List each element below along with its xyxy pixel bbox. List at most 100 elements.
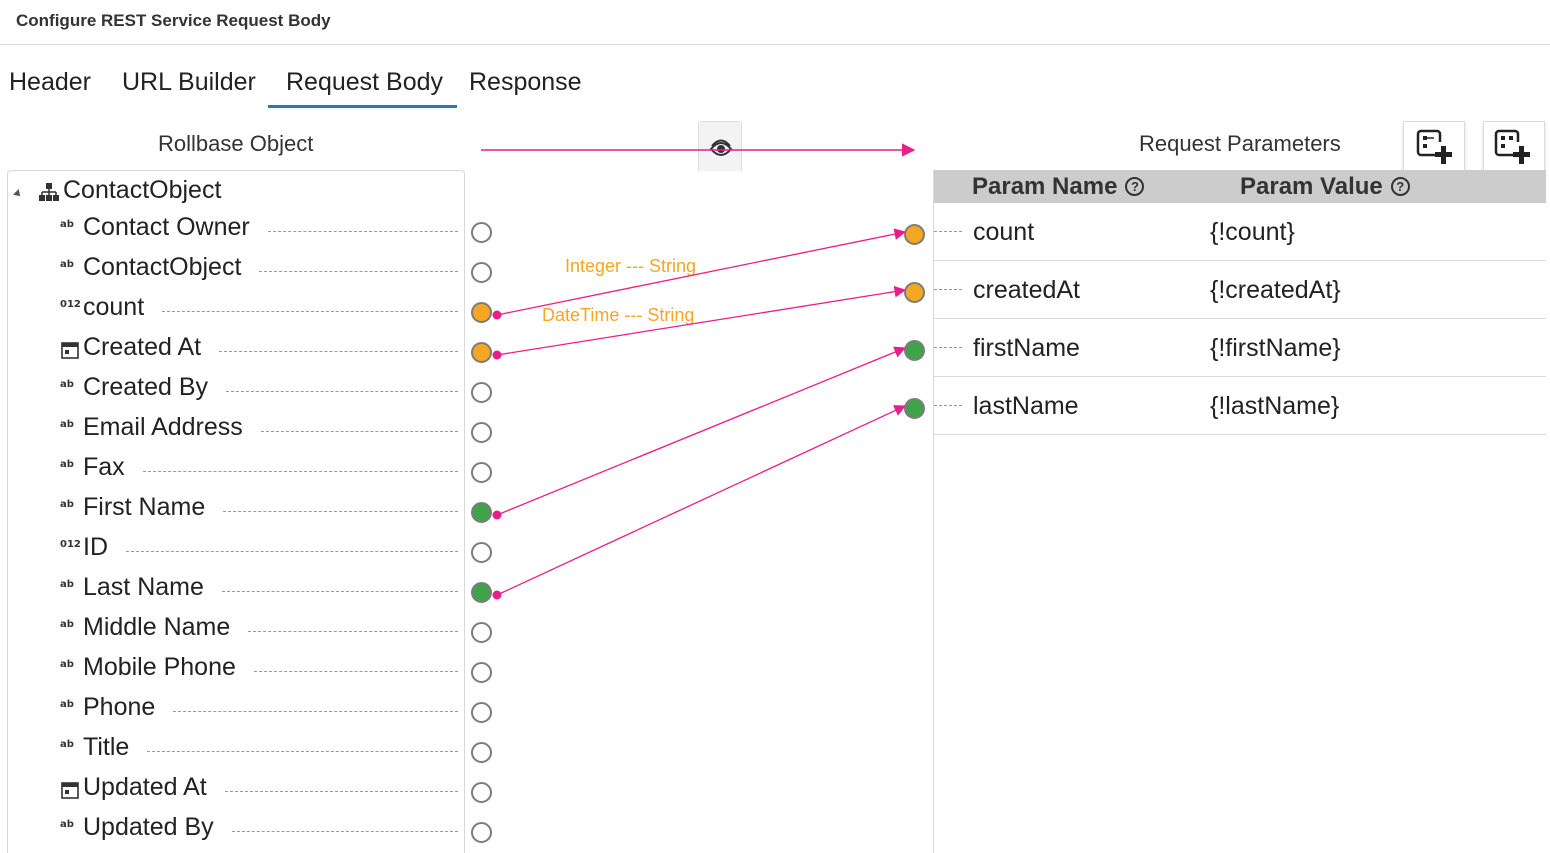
param-name-header-label: Param Name <box>972 173 1118 200</box>
source-connector[interactable] <box>471 342 492 363</box>
field-row[interactable]: ab Email Address <box>8 412 466 452</box>
dashed-leader <box>259 271 458 272</box>
field-label: Title <box>83 733 130 761</box>
text-type-icon: ab <box>60 699 74 710</box>
source-connector[interactable] <box>471 582 492 603</box>
mapping-line[interactable] <box>496 346 907 516</box>
source-connector[interactable] <box>471 782 492 803</box>
field-label: Created At <box>83 333 202 361</box>
tab-response[interactable]: Response <box>469 62 582 108</box>
param-name[interactable]: count <box>973 218 1034 247</box>
calendar-type-icon <box>61 782 79 799</box>
field-row[interactable]: ab Phone <box>8 692 466 732</box>
param-value-help-icon[interactable]: ? <box>1390 177 1410 196</box>
field-row[interactable]: ab Middle Name <box>8 612 466 652</box>
param-name[interactable]: lastName <box>973 392 1079 421</box>
grid-header: Param Name? Param Value? <box>934 170 1546 203</box>
field-label: Email Address <box>83 413 243 441</box>
source-connector[interactable] <box>471 822 492 843</box>
conversion-label: Integer --- String <box>565 256 697 276</box>
mapping-line[interactable] <box>496 228 907 316</box>
param-value[interactable]: {!count} <box>1210 218 1295 247</box>
dashed-leader <box>934 347 962 348</box>
add-param-button[interactable] <box>1403 121 1465 171</box>
dashed-leader <box>222 591 458 592</box>
dashed-leader <box>126 551 458 552</box>
rollbase-object-title: Rollbase Object <box>158 131 314 156</box>
field-row[interactable]: ab Title <box>8 732 466 772</box>
param-name[interactable]: firstName <box>973 334 1080 363</box>
collapse-arrow-icon[interactable] <box>13 189 23 199</box>
dashed-leader <box>219 351 458 352</box>
text-type-icon: ab <box>60 379 74 390</box>
field-row[interactable]: ab Created By <box>8 372 466 412</box>
target-connector[interactable] <box>904 224 925 245</box>
dashed-leader <box>934 231 962 232</box>
field-row[interactable]: ab Last Name <box>8 572 466 612</box>
mapping-line[interactable] <box>496 405 907 596</box>
text-type-icon: ab <box>60 619 74 630</box>
target-connector[interactable] <box>904 282 925 303</box>
tab-header[interactable]: Header <box>9 62 91 108</box>
param-row[interactable]: lastName {!lastName} <box>934 377 1546 435</box>
param-value[interactable]: {!lastName} <box>1210 392 1339 421</box>
field-row[interactable]: ab Contact Owner <box>8 212 466 252</box>
field-row[interactable]: ab ContactObject <box>8 252 466 292</box>
field-label: ID <box>83 533 108 561</box>
field-label: First Name <box>83 493 206 521</box>
dashed-leader <box>225 791 458 792</box>
field-row[interactable]: ab Updated By <box>8 812 466 852</box>
mapping-source-dot <box>492 350 502 360</box>
text-type-icon: ab <box>60 219 74 230</box>
source-connector[interactable] <box>471 742 492 763</box>
source-connector[interactable] <box>471 262 492 283</box>
source-connector[interactable] <box>471 222 492 243</box>
column-header-param-name[interactable]: Param Name? <box>972 173 1145 201</box>
field-row[interactable]: Created At <box>8 332 466 372</box>
column-header-param-value[interactable]: Param Value? <box>1240 173 1410 201</box>
source-connector[interactable] <box>471 662 492 683</box>
add-param-group-icon <box>1494 129 1532 164</box>
tab-url-builder[interactable]: URL Builder <box>122 62 256 108</box>
param-value[interactable]: {!firstName} <box>1210 334 1341 363</box>
source-connector[interactable] <box>471 502 492 523</box>
field-row[interactable]: 012 count <box>8 292 466 332</box>
field-row[interactable]: ab First Name <box>8 492 466 532</box>
dashed-leader <box>143 471 458 472</box>
field-label: ContactObject <box>83 253 242 281</box>
param-row[interactable]: createdAt {!createdAt} <box>934 261 1546 319</box>
text-type-icon: ab <box>60 819 74 830</box>
field-row[interactable]: 012 ID <box>8 532 466 572</box>
target-connector[interactable] <box>904 340 925 361</box>
param-name-help-icon[interactable]: ? <box>1125 177 1145 196</box>
mapping-source-dot <box>492 510 502 520</box>
param-row[interactable]: count {!count} <box>934 203 1546 261</box>
param-value[interactable]: {!createdAt} <box>1210 276 1341 305</box>
toggle-mapping-view-button[interactable] <box>698 121 742 171</box>
tree-root-label: ContactObject <box>63 176 222 204</box>
tab-request-body[interactable]: Request Body <box>268 62 458 108</box>
field-label: Created By <box>83 373 209 401</box>
source-connector[interactable] <box>471 542 492 563</box>
text-type-icon: ab <box>60 659 74 670</box>
field-label: count <box>83 293 145 321</box>
target-connector[interactable] <box>904 398 925 419</box>
title-bar: Configure REST Service Request Body <box>0 0 1550 45</box>
source-connector[interactable] <box>471 702 492 723</box>
text-type-icon: ab <box>60 739 74 750</box>
param-name[interactable]: createdAt <box>973 276 1080 305</box>
source-connector[interactable] <box>471 302 492 323</box>
field-row[interactable]: Updated At <box>8 772 466 812</box>
param-row[interactable]: firstName {!firstName} <box>934 319 1546 377</box>
dashed-leader <box>173 711 458 712</box>
source-connector[interactable] <box>471 422 492 443</box>
dashed-leader <box>162 311 458 312</box>
field-row[interactable]: ab Mobile Phone <box>8 652 466 692</box>
field-row[interactable]: ab Fax <box>8 452 466 492</box>
field-label: Fax <box>83 453 125 481</box>
dashed-leader <box>223 511 458 512</box>
source-connector[interactable] <box>471 622 492 643</box>
source-connector[interactable] <box>471 462 492 483</box>
add-param-group-button[interactable] <box>1483 121 1545 171</box>
source-connector[interactable] <box>471 382 492 403</box>
